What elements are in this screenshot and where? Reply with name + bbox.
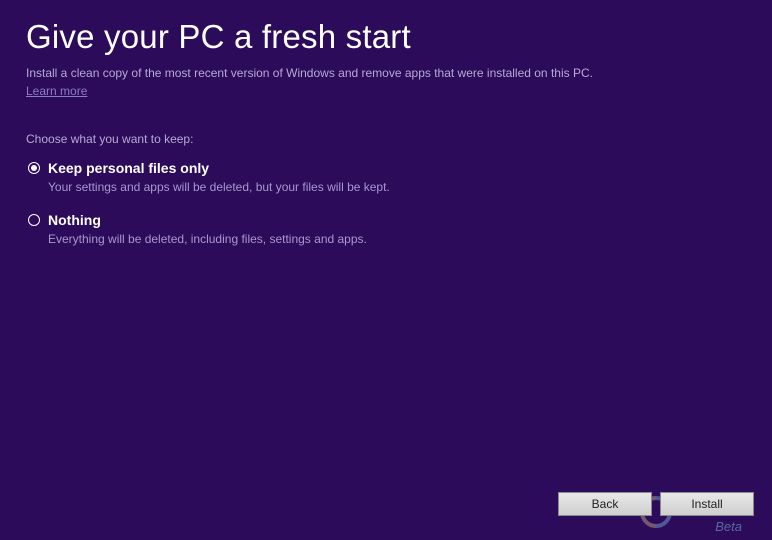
option-desc: Everything will be deleted, including fi… xyxy=(48,232,746,246)
section-label: Choose what you want to keep: xyxy=(26,132,746,146)
option-nothing[interactable]: Nothing Everything will be deleted, incl… xyxy=(26,212,746,246)
back-button[interactable]: Back xyxy=(558,492,652,516)
learn-more-link[interactable]: Learn more xyxy=(26,84,87,98)
page-title: Give your PC a fresh start xyxy=(26,18,746,56)
option-title: Keep personal files only xyxy=(48,160,209,176)
radio-nothing[interactable] xyxy=(28,214,40,226)
radio-keep-files[interactable] xyxy=(28,162,40,174)
page-subtitle: Install a clean copy of the most recent … xyxy=(26,66,746,80)
option-title: Nothing xyxy=(48,212,101,228)
option-desc: Your settings and apps will be deleted, … xyxy=(48,180,746,194)
watermark-text: Beta xyxy=(715,519,742,534)
install-button[interactable]: Install xyxy=(660,492,754,516)
radio-dot-icon xyxy=(31,165,37,171)
option-keep-files[interactable]: Keep personal files only Your settings a… xyxy=(26,160,746,194)
footer-buttons: Back Install xyxy=(558,492,754,516)
